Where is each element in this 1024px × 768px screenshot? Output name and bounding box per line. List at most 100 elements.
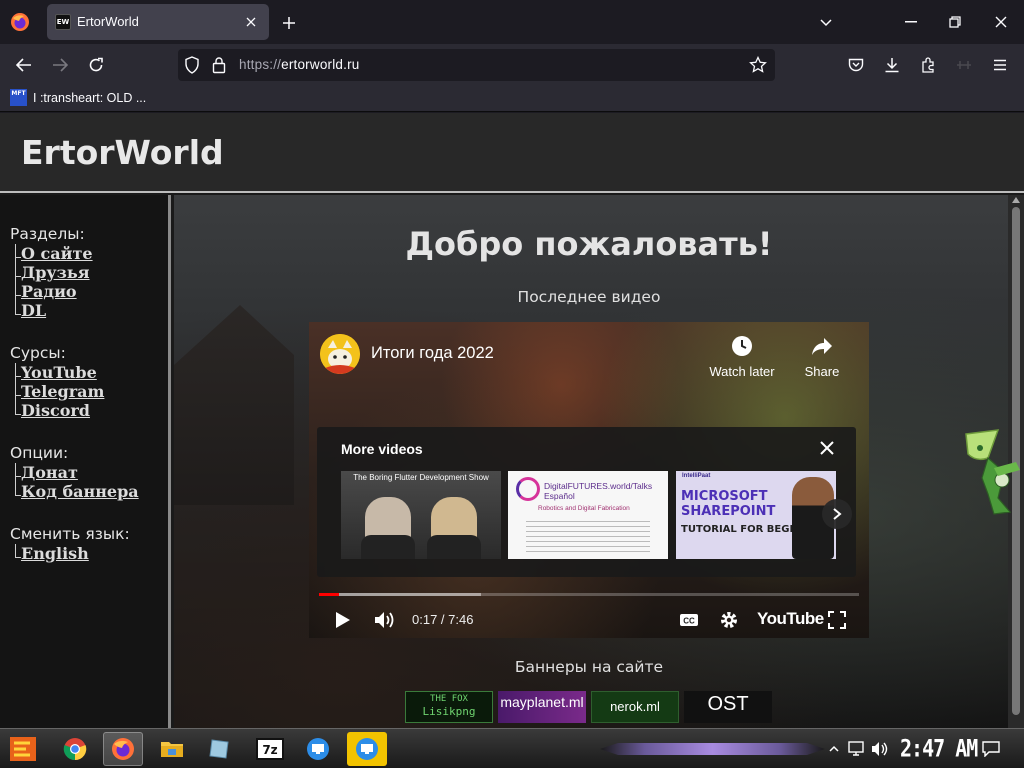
tracking-protection-shield-icon[interactable] (184, 56, 200, 78)
sidebar-link-telegram[interactable]: Telegram (21, 382, 104, 401)
windows-taskbar: 7z 2:47 AM (0, 728, 1024, 768)
sidebar-item-telegram[interactable]: Telegram (10, 382, 168, 401)
sidebar-section-sources: Сурсы: YouTube Telegram Discord (10, 344, 168, 420)
sidebar-item-about[interactable]: О сайте (10, 244, 168, 263)
notes-app-icon[interactable] (200, 732, 240, 766)
sidebar-link-donate[interactable]: Донат (21, 463, 78, 482)
7zip-label: 7z (262, 743, 277, 757)
sidebar-item-discord[interactable]: Discord (10, 401, 168, 420)
thumbnail-caption: The Boring Flutter Development Show (353, 473, 489, 482)
downloads-icon[interactable] (879, 52, 905, 78)
channel-avatar[interactable] (320, 334, 360, 374)
sidebar-item-youtube[interactable]: YouTube (10, 363, 168, 382)
network-icon[interactable] (846, 739, 866, 759)
extension-disabled-icon[interactable] (951, 52, 977, 78)
suggested-video-thumbnail[interactable]: IntelliPaat MICROSOFT SHAREPOINT TUTORIA… (676, 471, 836, 559)
sidebar-item-radio[interactable]: Радио (10, 282, 168, 301)
show-hidden-icons-chevron-icon[interactable] (824, 739, 844, 759)
video-progress-bar[interactable] (319, 593, 859, 596)
more-videos-panel: More videos The Boring Flutter Developme… (317, 427, 856, 577)
hamburger-menu-icon[interactable] (987, 52, 1013, 78)
sidebar-item-dl[interactable]: DL (10, 301, 168, 320)
taskbar-clock[interactable]: 2:47 AM (900, 734, 978, 763)
close-tab-icon[interactable] (241, 12, 261, 32)
banner-mayplanet[interactable]: mayplanet.ml (498, 691, 586, 723)
sidebar-item-friends[interactable]: Друзья (10, 263, 168, 282)
reload-icon[interactable] (83, 52, 109, 78)
sidebar-heading: Сменить язык: (10, 525, 130, 543)
banner-ost[interactable]: OST (684, 691, 772, 723)
lock-icon[interactable] (212, 56, 226, 78)
progress-loaded (319, 593, 481, 596)
settings-gear-icon[interactable] (715, 606, 743, 634)
video-title[interactable]: Итоги года 2022 (371, 344, 494, 363)
suggested-video-thumbnail[interactable]: The Boring Flutter Development Show (341, 471, 501, 559)
remote-desktop-icon[interactable] (298, 732, 338, 766)
address-bar[interactable]: https://ertorworld.ru (178, 49, 775, 81)
sidebar-link-banner-code[interactable]: Код баннера (21, 482, 139, 501)
7zip-icon[interactable]: 7z (250, 732, 290, 766)
new-tab-plus-icon[interactable] (278, 12, 300, 34)
sidebar-link-radio[interactable]: Радио (21, 282, 77, 301)
start-menu-icon[interactable] (8, 734, 40, 764)
sidebar-link-discord[interactable]: Discord (21, 401, 90, 420)
youtube-embed-player[interactable]: Итоги года 2022 Watch later Share More v… (309, 322, 869, 638)
subtitles-cc-icon[interactable]: CC (675, 606, 703, 634)
volume-icon[interactable] (371, 606, 399, 634)
restore-icon[interactable] (932, 0, 978, 44)
banner-nerok[interactable]: nerok.ml (591, 691, 679, 723)
url-text[interactable]: https://ertorworld.ru (239, 57, 360, 72)
minimize-icon[interactable] (888, 0, 934, 44)
file-explorer-folder-icon[interactable] (152, 732, 192, 766)
watch-later-button[interactable]: Watch later (707, 334, 777, 379)
forward-arrow-icon[interactable] (47, 52, 73, 78)
pocket-icon[interactable] (843, 52, 869, 78)
list-all-tabs-chevron-icon[interactable] (815, 12, 837, 34)
suggested-video-thumbnail[interactable]: DigitalFUTURES.world/Talks Español Robot… (508, 471, 668, 559)
fullscreen-icon[interactable] (823, 606, 851, 634)
share-button[interactable]: Share (787, 334, 857, 379)
bookmark-item[interactable]: MFT I :transheart: OLD ... (10, 89, 146, 106)
sidebar-item-english[interactable]: English (10, 544, 168, 563)
player-controls: 0:17 / 7:46 CC YouTube (309, 602, 869, 638)
extensions-puzzle-icon[interactable] (916, 52, 942, 78)
bookmark-star-icon[interactable] (749, 55, 767, 78)
next-videos-chevron-icon[interactable] (822, 499, 852, 529)
sidebar-link-friends[interactable]: Друзья (21, 263, 90, 282)
sidebar-link-dl[interactable]: DL (21, 301, 46, 320)
firefox-taskbar-icon[interactable] (103, 732, 143, 766)
svg-text:CC: CC (683, 617, 695, 626)
tab-ertorworld[interactable]: EW ErtorWorld (47, 4, 269, 40)
play-icon[interactable] (329, 606, 357, 634)
desktop-mascot-sprite[interactable] (958, 428, 1024, 518)
banner-text: OST (707, 693, 749, 715)
remote-desktop-active-icon[interactable] (347, 732, 387, 766)
site-favicon: EW (55, 14, 71, 30)
scroll-up-arrow-icon[interactable] (1012, 197, 1020, 203)
site-header: ErtorWorld (0, 113, 1024, 193)
close-more-videos-icon[interactable] (816, 437, 838, 459)
thumbnail-caption: DigitalFUTURES.world/Talks Español (544, 481, 653, 501)
taskbar-decoration (600, 743, 825, 755)
banner-the-fox[interactable]: THE FOX Lisikpng (405, 691, 493, 723)
banner-text: THE FOX (430, 694, 468, 704)
sidebar-item-donate[interactable]: Донат (10, 463, 168, 482)
latest-video-label: Последнее видео (517, 288, 661, 306)
youtube-logo[interactable]: YouTube (757, 609, 824, 629)
video-time: 0:17 / 7:46 (412, 612, 474, 627)
close-window-icon[interactable] (978, 0, 1024, 44)
digitalfutures-logo (516, 477, 540, 501)
site-title: ErtorWorld (21, 133, 224, 172)
back-arrow-icon[interactable] (11, 52, 37, 78)
sidebar-link-youtube[interactable]: YouTube (21, 363, 97, 382)
bookmark-favicon: MFT (10, 89, 27, 106)
action-center-notification-icon[interactable] (981, 739, 1001, 759)
main-content: Добро пожаловать! Последнее видео Итоги … (174, 195, 1008, 728)
sidebar-link-english[interactable]: English (21, 544, 89, 563)
bookmarks-toolbar: MFT I :transheart: OLD ... (0, 86, 1024, 112)
sidebar-item-banner-code[interactable]: Код баннера (10, 482, 168, 501)
sidebar-link-about[interactable]: О сайте (21, 244, 93, 263)
firefox-icon[interactable] (8, 10, 32, 34)
volume-speaker-icon[interactable] (870, 739, 890, 759)
chrome-icon[interactable] (55, 732, 95, 766)
